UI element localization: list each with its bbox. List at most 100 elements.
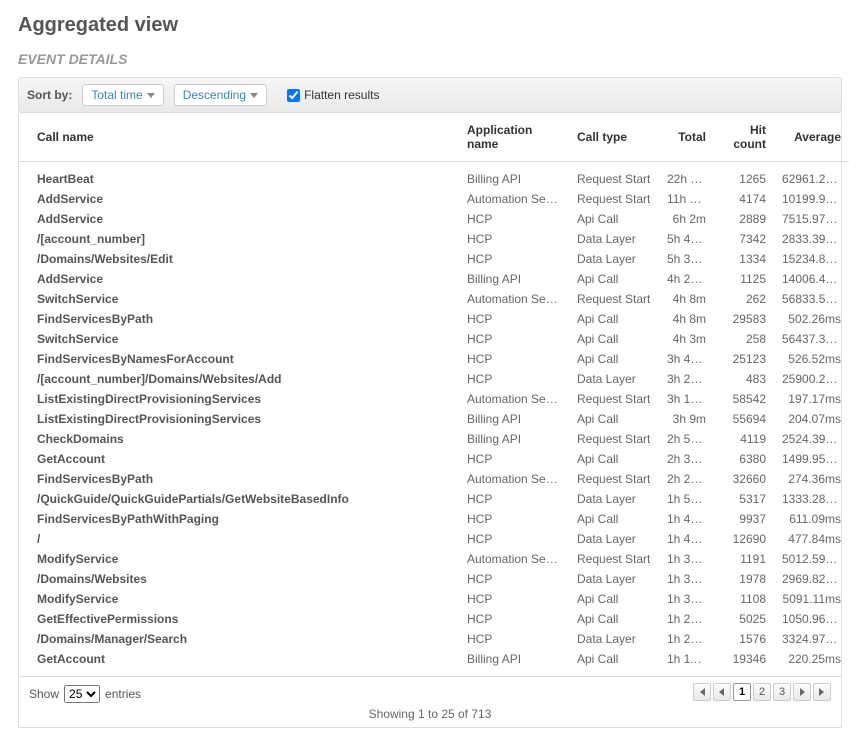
pagination-status: Showing 1 to 25 of 713 bbox=[29, 703, 831, 721]
cell-average: 14006.44ms bbox=[774, 269, 849, 289]
cell-call-name: FindServicesByNamesForAccount bbox=[19, 349, 459, 369]
cell-application-name: HCP bbox=[459, 329, 569, 349]
cell-hit-count: 483 bbox=[714, 369, 774, 389]
table-row[interactable]: AddServiceBilling APIApi Call4h 23m11251… bbox=[19, 269, 849, 289]
cell-total: 1h 39m bbox=[659, 549, 714, 569]
cell-application-name: Billing API bbox=[459, 429, 569, 449]
cell-call-name: /[account_number]/Domains/Websites/Add bbox=[19, 369, 459, 389]
cell-call-type: Api Call bbox=[569, 589, 659, 609]
sort-direction-value: Descending bbox=[183, 88, 246, 102]
cell-call-type: Api Call bbox=[569, 449, 659, 469]
table-row[interactable]: FindServicesByPathWithPagingHCPApi Call1… bbox=[19, 509, 849, 529]
next-page-button[interactable] bbox=[793, 683, 811, 701]
cell-total: 4h 8m bbox=[659, 289, 714, 309]
cell-call-type: Api Call bbox=[569, 409, 659, 429]
flatten-checkbox[interactable] bbox=[287, 89, 300, 102]
cell-hit-count: 262 bbox=[714, 289, 774, 309]
table-row[interactable]: AddServiceAutomation ServerRequest Start… bbox=[19, 189, 849, 209]
cell-call-name: HeartBeat bbox=[19, 162, 459, 190]
cell-hit-count: 2889 bbox=[714, 209, 774, 229]
page-1-button[interactable]: 1 bbox=[733, 683, 751, 701]
cell-total: 4h 8m bbox=[659, 309, 714, 329]
cell-hit-count: 9937 bbox=[714, 509, 774, 529]
cell-average: 204.07ms bbox=[774, 409, 849, 429]
table-row[interactable]: /Domains/Manager/SearchHCPData Layer1h 2… bbox=[19, 629, 849, 649]
cell-application-name: HCP bbox=[459, 609, 569, 629]
table-row[interactable]: ListExistingDirectProvisioningServicesAu… bbox=[19, 389, 849, 409]
table-row[interactable]: SwitchServiceAutomation ServerRequest St… bbox=[19, 289, 849, 309]
cell-total: 4h 23m bbox=[659, 269, 714, 289]
cell-total: 1h 41m bbox=[659, 509, 714, 529]
cell-call-type: Request Start bbox=[569, 429, 659, 449]
sort-by-label: Sort by: bbox=[27, 88, 72, 102]
table-row[interactable]: /[account_number]/Domains/Websites/AddHC… bbox=[19, 369, 849, 389]
cell-application-name: HCP bbox=[459, 449, 569, 469]
col-call-name[interactable]: Call name bbox=[19, 113, 459, 162]
cell-hit-count: 1576 bbox=[714, 629, 774, 649]
cell-total: 3h 28m bbox=[659, 369, 714, 389]
table-row[interactable]: FindServicesByPathAutomation ServerReque… bbox=[19, 469, 849, 489]
cell-average: 2524.39ms bbox=[774, 429, 849, 449]
cell-call-type: Api Call bbox=[569, 509, 659, 529]
col-application-name[interactable]: Application name bbox=[459, 113, 569, 162]
cell-call-name: ModifyService bbox=[19, 589, 459, 609]
table-row[interactable]: GetEffectivePermissionsHCPApi Call1h 28m… bbox=[19, 609, 849, 629]
pagination: 123 bbox=[693, 683, 831, 701]
col-total[interactable]: Total bbox=[659, 113, 714, 162]
cell-hit-count: 1334 bbox=[714, 249, 774, 269]
cell-application-name: HCP bbox=[459, 209, 569, 229]
cell-hit-count: 7342 bbox=[714, 229, 774, 249]
cell-total: 11h 50m bbox=[659, 189, 714, 209]
cell-call-type: Request Start bbox=[569, 162, 659, 190]
sort-field-dropdown[interactable]: Total time bbox=[82, 84, 163, 106]
table-row[interactable]: ModifyServiceAutomation ServerRequest St… bbox=[19, 549, 849, 569]
col-hit-count[interactable]: Hit count bbox=[714, 113, 774, 162]
last-page-button[interactable] bbox=[813, 683, 831, 701]
cell-hit-count: 12690 bbox=[714, 529, 774, 549]
page-size-select[interactable]: 25 bbox=[64, 685, 100, 703]
table-row[interactable]: /HCPData Layer1h 41m12690477.84ms bbox=[19, 529, 849, 549]
col-call-type[interactable]: Call type bbox=[569, 113, 659, 162]
cell-total: 2h 29m bbox=[659, 469, 714, 489]
table-row[interactable]: /Domains/Websites/EditHCPData Layer5h 39… bbox=[19, 249, 849, 269]
results-table: Call name Application name Call type Tot… bbox=[19, 113, 849, 676]
table-row[interactable]: SwitchServiceHCPApi Call4h 3m25856437.34… bbox=[19, 329, 849, 349]
cell-call-name: GetAccount bbox=[19, 449, 459, 469]
cell-total: 5h 39m bbox=[659, 249, 714, 269]
first-page-button[interactable] bbox=[693, 683, 711, 701]
table-row[interactable]: CheckDomainsBilling APIRequest Start2h 5… bbox=[19, 429, 849, 449]
table-row[interactable]: HeartBeatBilling APIRequest Start22h 7m1… bbox=[19, 162, 849, 190]
table-row[interactable]: /[account_number]HCPData Layer5h 47m7342… bbox=[19, 229, 849, 249]
col-average[interactable]: Average bbox=[774, 113, 849, 162]
flatten-results-toggle[interactable]: Flatten results bbox=[287, 88, 379, 102]
table-row[interactable]: ListExistingDirectProvisioningServicesBi… bbox=[19, 409, 849, 429]
table-row[interactable]: GetAccountBilling APIApi Call1h 11m19346… bbox=[19, 649, 849, 676]
cell-average: 25900.26ms bbox=[774, 369, 849, 389]
table-row[interactable]: FindServicesByPathHCPApi Call4h 8m295835… bbox=[19, 309, 849, 329]
cell-hit-count: 4174 bbox=[714, 189, 774, 209]
cell-call-name: /[account_number] bbox=[19, 229, 459, 249]
cell-hit-count: 6380 bbox=[714, 449, 774, 469]
cell-call-name: GetEffectivePermissions bbox=[19, 609, 459, 629]
table-row[interactable]: AddServiceHCPApi Call6h 2m28897515.97ms bbox=[19, 209, 849, 229]
cell-hit-count: 4119 bbox=[714, 429, 774, 449]
page-3-button[interactable]: 3 bbox=[773, 683, 791, 701]
cell-call-type: Request Start bbox=[569, 549, 659, 569]
page-2-button[interactable]: 2 bbox=[753, 683, 771, 701]
table-row[interactable]: /Domains/WebsitesHCPData Layer1h 38m1978… bbox=[19, 569, 849, 589]
table-row[interactable]: FindServicesByNamesForAccountHCPApi Call… bbox=[19, 349, 849, 369]
table-row[interactable]: /QuickGuide/QuickGuidePartials/GetWebsit… bbox=[19, 489, 849, 509]
table-row[interactable]: ModifyServiceHCPApi Call1h 34m11085091.1… bbox=[19, 589, 849, 609]
cell-hit-count: 5317 bbox=[714, 489, 774, 509]
cell-hit-count: 19346 bbox=[714, 649, 774, 676]
table-row[interactable]: GetAccountHCPApi Call2h 39m63801499.95ms bbox=[19, 449, 849, 469]
cell-average: 62961.23ms bbox=[774, 162, 849, 190]
results-table-wrap: Call name Application name Call type Tot… bbox=[18, 113, 842, 677]
cell-total: 1h 41m bbox=[659, 529, 714, 549]
sort-direction-dropdown[interactable]: Descending bbox=[174, 84, 267, 106]
prev-page-button[interactable] bbox=[713, 683, 731, 701]
show-label-post: entries bbox=[105, 687, 141, 701]
cell-application-name: HCP bbox=[459, 349, 569, 369]
cell-hit-count: 58542 bbox=[714, 389, 774, 409]
cell-application-name: Automation Server bbox=[459, 469, 569, 489]
